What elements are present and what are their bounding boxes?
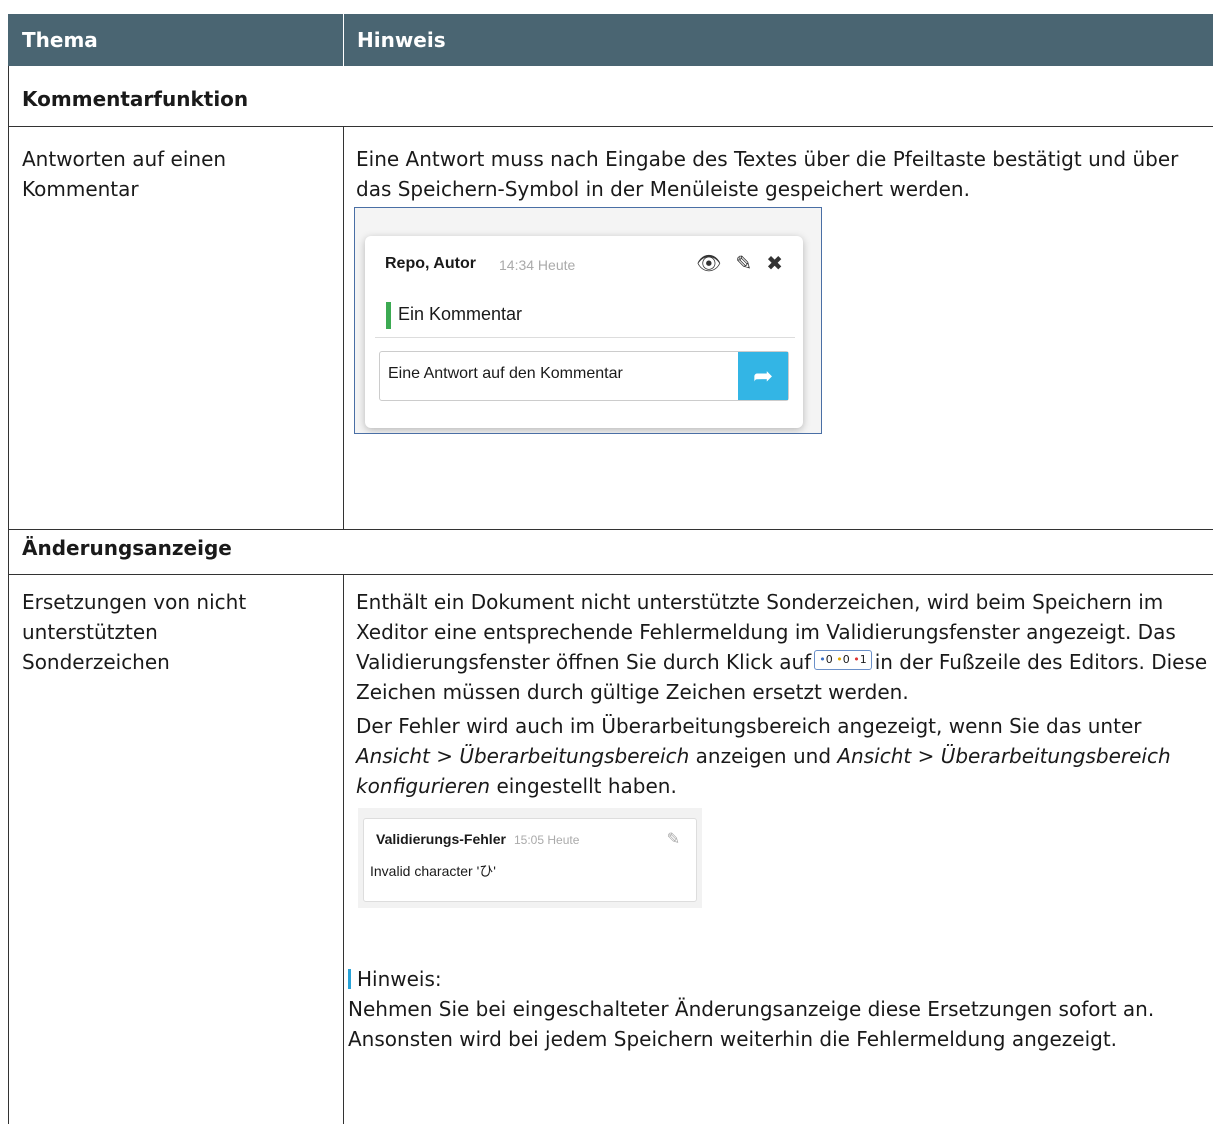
header-col-hinweis: Hinweis: [357, 28, 446, 52]
comment-card: Repo, Autor 14:34 Heute 👁 ✎ ✖ Ein Kommenta…: [365, 236, 803, 428]
topic-cell: Antworten auf einen Kommentar: [22, 147, 227, 201]
note-label: Hinweis:: [357, 967, 442, 991]
hint-paragraph-2: Der Fehler wird auch im Überarbeitungsbe…: [356, 711, 1208, 801]
reply-send-button[interactable]: ➦: [738, 352, 788, 400]
table-header: Thema Hinweis: [8, 14, 1213, 66]
row-line-1: [8, 126, 1213, 127]
close-icon[interactable]: ✖: [766, 251, 783, 275]
header-separator: [343, 14, 344, 66]
section-title-aenderungsanzeige: Änderungsanzeige: [22, 536, 232, 560]
validation-screenshot: Validierungs-Fehler 15:05 Heute ✎ Invali…: [358, 808, 702, 908]
badge-blue-count: 0: [825, 653, 833, 666]
reply-input[interactable]: Eine Antwort auf den Kommentar ➦: [379, 351, 789, 401]
validation-message: Invalid character 'ひ': [370, 863, 496, 879]
badge-yellow-count: 0: [842, 653, 850, 666]
comment-actions: 👁 ✎ ✖: [682, 251, 783, 275]
note-bar: [348, 969, 351, 989]
comment-text: Ein Kommentar: [398, 304, 523, 324]
col-divider-2: [343, 574, 344, 1124]
hint-text: Eine Antwort muss nach Eingabe des Texte…: [356, 147, 1179, 201]
hint-cell: Enthält ein Dokument nicht unterstützte …: [356, 587, 1208, 801]
eye-icon[interactable]: 👁: [696, 251, 721, 275]
validation-badge[interactable]: •0 •0 •1: [814, 650, 872, 670]
reply-input-value: Eine Antwort auf den Kommentar: [388, 365, 623, 382]
reply-arrow-icon: ➦: [752, 362, 774, 390]
hint-text: eingestellt haben.: [496, 774, 677, 798]
badge-red-count: 1: [859, 653, 867, 666]
hint-text: anzeigen und: [695, 744, 832, 768]
edit-icon[interactable]: ✎: [667, 829, 680, 848]
col-divider-1: [343, 126, 344, 529]
validation-card: Validierungs-Fehler 15:05 Heute ✎ Invali…: [363, 818, 697, 902]
validation-title: Validierungs-Fehler: [376, 831, 506, 847]
topic-cell: Ersetzungen von nicht unterstützten Sond…: [22, 590, 247, 674]
note-text: Nehmen Sie bei eingeschalteter Änderungs…: [348, 997, 1155, 1051]
hint-text: Der Fehler wird auch im Überarbeitungsbe…: [356, 714, 1142, 738]
row-line-3: [8, 574, 1213, 575]
comment-time: 14:34 Heute: [499, 257, 576, 273]
pencil-icon[interactable]: ✎: [735, 251, 752, 275]
row-line-2: [8, 529, 1213, 530]
hint-cell: Eine Antwort muss nach Eingabe des Texte…: [356, 144, 1208, 204]
section-title-kommentarfunktion: Kommentarfunktion: [22, 87, 249, 111]
menu-path: Ansicht > Überarbeitungsbereich: [356, 744, 690, 768]
validation-time: 15:05 Heute: [514, 833, 580, 847]
note-block: Hinweis: Nehmen Sie bei eingeschalteter …: [348, 964, 1200, 1054]
hint-paragraph-1: Enthält ein Dokument nicht unterstützte …: [356, 587, 1208, 707]
left-border: [8, 66, 9, 1124]
note-label-line: Hinweis:: [348, 964, 1200, 994]
header-col-thema: Thema: [22, 28, 98, 52]
comment-author: Repo, Autor: [385, 255, 476, 272]
comment-screenshot: Repo, Autor 14:34 Heute 👁 ✎ ✖ Ein Kommenta…: [354, 207, 822, 434]
comment-color-bar: [386, 302, 391, 329]
comment-divider: [375, 337, 795, 338]
info-table: Thema Hinweis Kommentarfunktion Antworte…: [8, 14, 1213, 1124]
